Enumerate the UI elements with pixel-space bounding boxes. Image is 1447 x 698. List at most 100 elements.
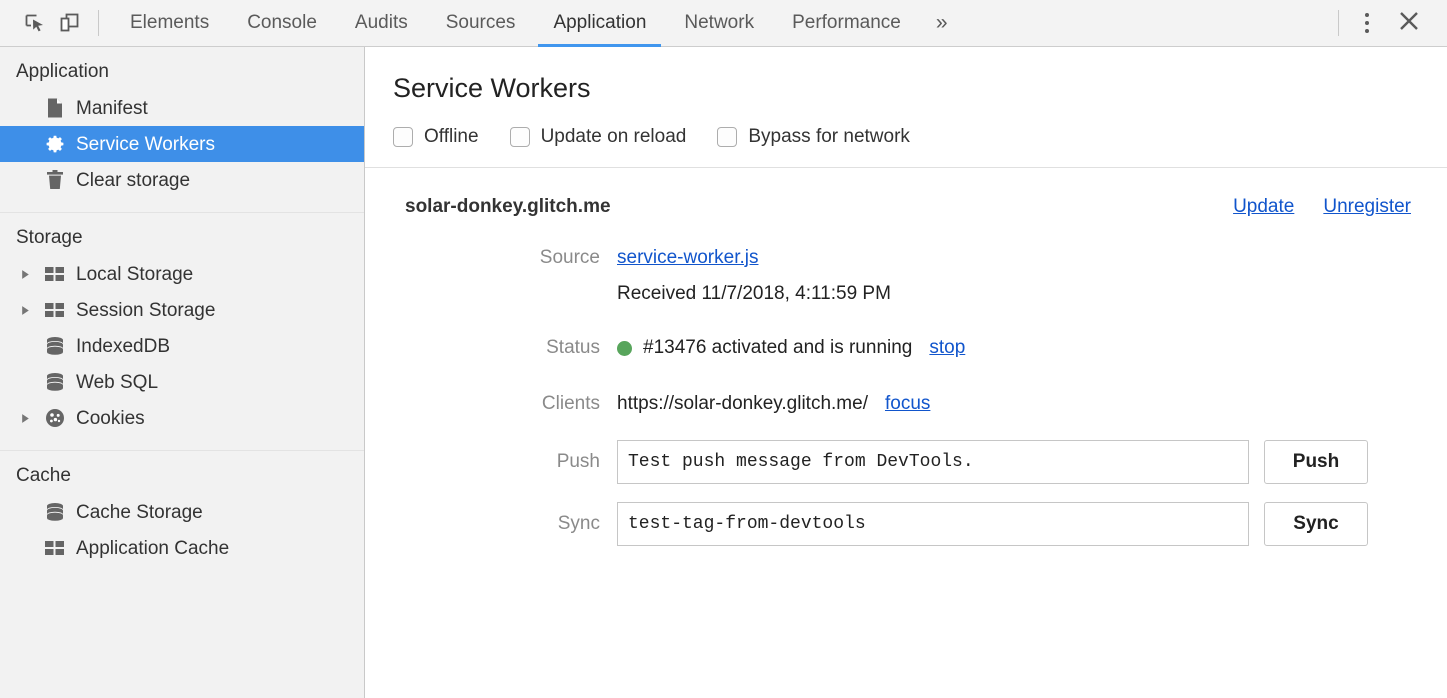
row-label-clients: Clients	[393, 393, 617, 415]
sidebar-item-cache-storage[interactable]: Cache Storage	[0, 494, 364, 530]
manifest-file-icon	[38, 97, 72, 119]
table-icon	[38, 301, 72, 319]
cookie-icon	[38, 407, 72, 429]
sidebar-section-application: Application Manifest	[0, 47, 364, 213]
more-tabs-label: »	[936, 11, 947, 35]
option-update-on-reload[interactable]: Update on reload	[510, 126, 687, 148]
service-worker-entry: solar-donkey.glitch.me Update Unregister…	[365, 168, 1447, 547]
sidebar-item-indexeddb[interactable]: IndexedDB	[0, 328, 364, 364]
tab-sources[interactable]: Sources	[427, 0, 535, 47]
sidebar-item-label: Local Storage	[76, 265, 193, 284]
tab-performance[interactable]: Performance	[773, 0, 920, 47]
sidebar-section-cache: Cache	[0, 451, 364, 580]
sidebar-item-application-cache[interactable]: Application Cache	[0, 530, 364, 566]
sync-tag-input[interactable]	[617, 502, 1249, 546]
table-icon	[38, 539, 72, 557]
sidebar-item-cookies[interactable]: Cookies	[0, 400, 364, 436]
row-label-status: Status	[393, 337, 617, 359]
option-label: Offline	[424, 126, 479, 148]
option-bypass-for-network[interactable]: Bypass for network	[717, 126, 910, 148]
source-file-link[interactable]: service-worker.js	[617, 247, 758, 269]
chevron-right-icon[interactable]	[16, 269, 38, 280]
row-label-push: Push	[393, 451, 617, 473]
sidebar-item-web-sql[interactable]: Web SQL	[0, 364, 364, 400]
database-icon	[38, 335, 72, 357]
service-worker-options: Offline Update on reload Bypass for netw…	[365, 104, 1447, 168]
panel-tabs: Elements Console Audits Sources Applicat…	[111, 0, 963, 47]
client-url: https://solar-donkey.glitch.me/	[617, 393, 868, 415]
application-sidebar: Application Manifest	[0, 47, 365, 698]
option-label: Update on reload	[541, 126, 687, 148]
sidebar-item-label: Manifest	[76, 99, 148, 118]
chevron-right-icon[interactable]	[16, 305, 38, 316]
tab-audits[interactable]: Audits	[336, 0, 427, 47]
sidebar-item-label: Session Storage	[76, 301, 215, 320]
sidebar-item-label: Service Workers	[76, 135, 215, 154]
table-icon	[38, 265, 72, 283]
tab-label: Network	[684, 12, 754, 34]
service-worker-origin: solar-donkey.glitch.me	[405, 196, 611, 218]
sidebar-item-manifest[interactable]: Manifest	[0, 90, 364, 126]
checkbox-update-on-reload[interactable]	[510, 127, 530, 147]
row-push: Push Push	[393, 439, 1419, 485]
status-text: #13476 activated and is running	[643, 337, 912, 359]
sidebar-item-label: Web SQL	[76, 373, 158, 392]
stop-link[interactable]: stop	[929, 337, 965, 359]
row-sync: Sync Sync	[393, 501, 1419, 547]
row-clients: Clients https://solar-donkey.glitch.me/ …	[393, 385, 1419, 423]
row-received: Received 11/7/2018, 4:11:59 PM	[393, 277, 1419, 311]
toolbar-divider-right	[1338, 10, 1339, 36]
devtools-window: Elements Console Audits Sources Applicat…	[0, 0, 1447, 698]
row-value-status: #13476 activated and is running stop	[617, 337, 965, 359]
sync-button[interactable]: Sync	[1264, 502, 1368, 546]
focus-link[interactable]: focus	[885, 393, 930, 415]
chevron-right-icon[interactable]	[16, 413, 38, 424]
sidebar-item-clear-storage[interactable]: Clear storage	[0, 162, 364, 198]
tab-label: Audits	[355, 12, 408, 34]
sidebar-section-title: Application	[0, 61, 364, 90]
row-label-source: Source	[393, 247, 617, 269]
unregister-link[interactable]: Unregister	[1323, 196, 1411, 218]
sidebar-item-label: Cache Storage	[76, 503, 203, 522]
push-button[interactable]: Push	[1264, 440, 1368, 484]
sidebar-item-session-storage[interactable]: Session Storage	[0, 292, 364, 328]
service-worker-actions: Update Unregister	[1233, 196, 1411, 218]
service-workers-panel: Service Workers Offline Update on reload…	[365, 47, 1447, 698]
row-source: Source service-worker.js	[393, 239, 1419, 277]
row-label-sync: Sync	[393, 513, 617, 535]
close-icon[interactable]	[1383, 5, 1433, 42]
sidebar-section-title: Storage	[0, 227, 364, 256]
more-tabs-icon[interactable]: »	[920, 0, 963, 47]
checkbox-bypass-for-network[interactable]	[717, 127, 737, 147]
gear-icon	[38, 133, 72, 155]
toolbar-right-group	[1326, 5, 1433, 42]
row-value-source: service-worker.js	[617, 247, 758, 269]
sidebar-item-label: Cookies	[76, 409, 145, 428]
tab-network[interactable]: Network	[665, 0, 773, 47]
row-value-sync: Sync	[617, 502, 1368, 546]
tab-label: Performance	[792, 12, 901, 34]
inspect-element-icon[interactable]	[18, 8, 52, 38]
checkbox-offline[interactable]	[393, 127, 413, 147]
sidebar-item-local-storage[interactable]: Local Storage	[0, 256, 364, 292]
sidebar-item-service-workers[interactable]: Service Workers	[0, 126, 364, 162]
database-icon	[38, 501, 72, 523]
tab-console[interactable]: Console	[228, 0, 336, 47]
update-link[interactable]: Update	[1233, 196, 1294, 218]
sidebar-item-label: IndexedDB	[76, 337, 170, 356]
panel-header: Service Workers	[365, 47, 1447, 104]
sidebar-item-label: Clear storage	[76, 171, 190, 190]
option-offline[interactable]: Offline	[393, 126, 479, 148]
device-toolbar-icon[interactable]	[52, 8, 86, 38]
tab-label: Console	[247, 12, 317, 34]
tab-elements[interactable]: Elements	[111, 0, 228, 47]
tab-label: Sources	[446, 12, 516, 34]
push-message-input[interactable]	[617, 440, 1249, 484]
database-icon	[38, 371, 72, 393]
option-label: Bypass for network	[748, 126, 910, 148]
devtools-toolbar: Elements Console Audits Sources Applicat…	[0, 0, 1447, 47]
tab-application[interactable]: Application	[534, 0, 665, 47]
service-worker-header: solar-donkey.glitch.me Update Unregister	[393, 196, 1419, 218]
kebab-menu-icon[interactable]	[1351, 7, 1383, 39]
status-indicator-dot	[617, 341, 632, 356]
